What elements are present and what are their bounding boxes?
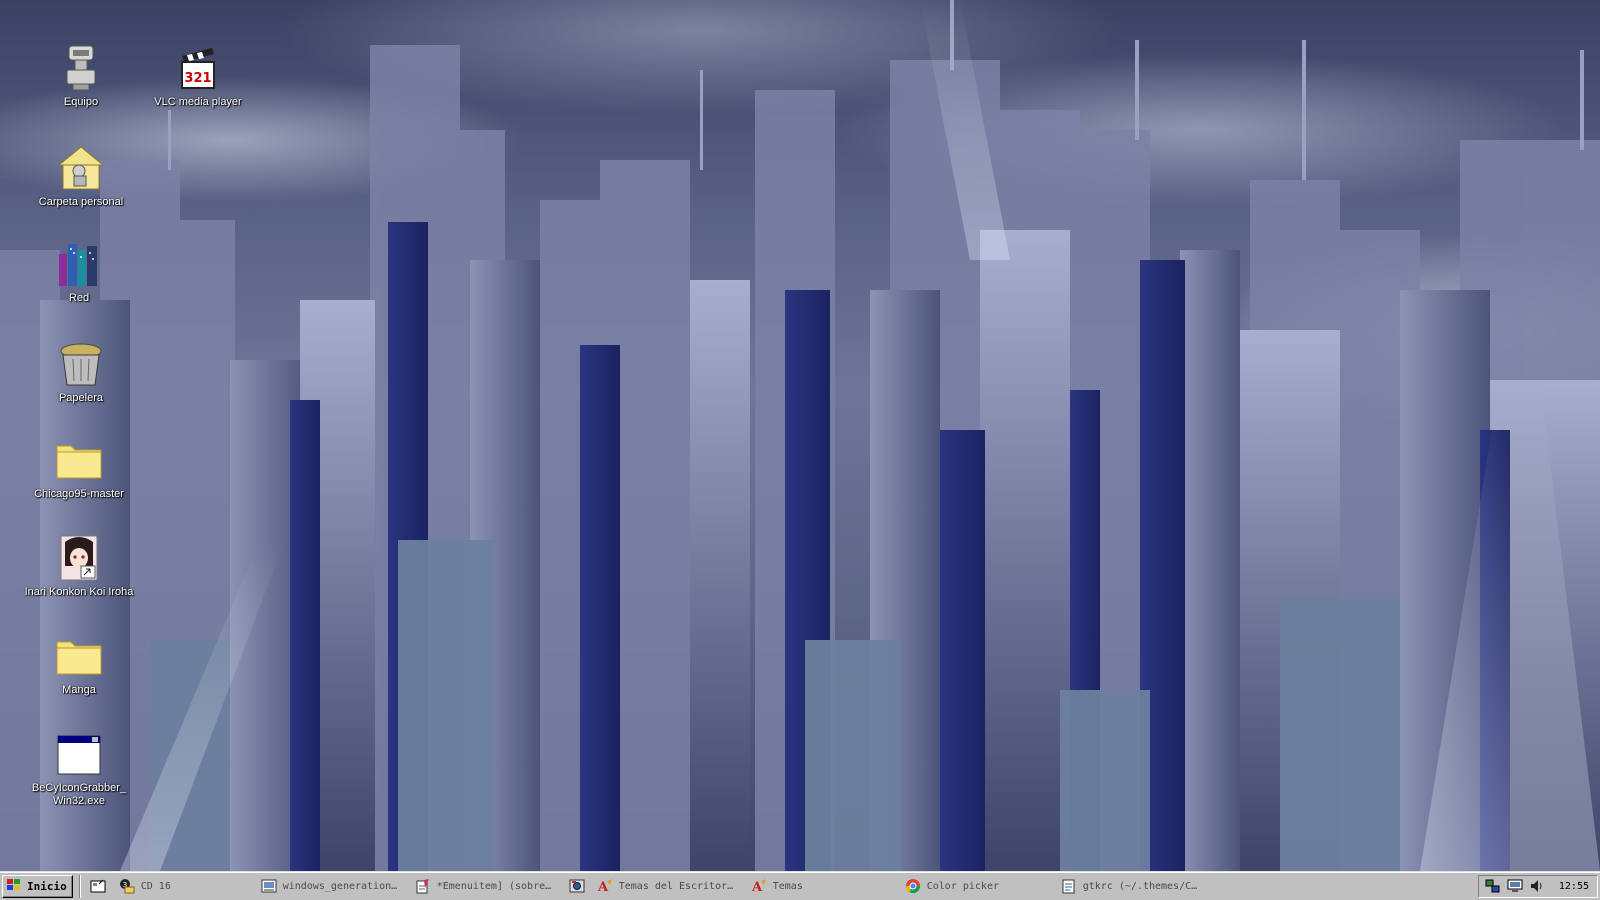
desktop-icon-equipo[interactable]: Equipo <box>26 44 136 109</box>
display-tray-icon[interactable] <box>1507 878 1523 894</box>
desktop-icon-label: Inari Konkon Koi Iroha <box>24 586 134 598</box>
vlc-clapperboard-icon: 321 <box>174 44 222 92</box>
task-label: Temas <box>772 880 803 892</box>
svg-text:A: A <box>597 880 609 894</box>
trash-icon <box>57 340 105 388</box>
task-label: *Emenuitem] (sobre… <box>436 880 552 892</box>
task-label: gtkrc (~/.themes/C… <box>1082 880 1198 892</box>
show-desktop-icon[interactable] <box>87 875 109 897</box>
clock[interactable]: 12:55 <box>1559 881 1589 892</box>
computer-icon <box>57 44 105 92</box>
desktop-icon-label: Red <box>68 292 90 304</box>
desktop-icon-label: Chicago95-master <box>34 488 124 500</box>
start-logo-icon <box>6 878 22 895</box>
desktop-icon-label: Manga <box>62 684 96 696</box>
task-button-gtkrc[interactable]: gtkrc (~/.themes/C… <box>1055 875 1211 898</box>
desktop-icon-chicago95[interactable]: Chicago95-master <box>24 436 134 501</box>
anime-shortcut-icon <box>55 534 103 582</box>
image-viewer-icon <box>261 878 277 894</box>
cd-icon: 3 <box>119 878 135 894</box>
task-label: Temas del Escritor… <box>618 880 734 892</box>
themes-icon: A <box>751 878 767 894</box>
desktop-icon-inari-konkon[interactable]: Inari Konkon Koi Iroha <box>24 534 134 599</box>
desktop-wallpaper <box>0 0 1600 871</box>
desktop-icon-label: Equipo <box>63 96 99 108</box>
task-button-temas-escritorio[interactable]: A Temas del Escritor… <box>591 875 745 898</box>
executable-window-icon <box>55 730 103 778</box>
desktop-icon-becyicongrabber[interactable]: BeCyIconGrabber_ Win32.exe <box>24 730 134 808</box>
folder-icon <box>55 436 103 484</box>
desktop-icon-vlc[interactable]: 321 VLC media player <box>143 44 253 109</box>
task-label: CD 16 <box>140 880 171 892</box>
desktop-icon-label: Papelera <box>58 392 104 404</box>
network-tray-icon[interactable] <box>1485 878 1501 894</box>
folder-icon <box>55 632 103 680</box>
text-file-icon <box>1061 878 1077 894</box>
themes-icon: A <box>597 878 613 894</box>
task-button-windows-generation[interactable]: windows_generation… <box>255 875 409 898</box>
desktop-icon-papelera[interactable]: Papelera <box>26 340 136 405</box>
chrome-icon <box>905 878 921 894</box>
desktop-icon-label: Carpeta personal <box>38 196 124 208</box>
task-button-emenuitem[interactable]: *Emenuitem] (sobre… <box>409 875 563 898</box>
city-skyline-wallpaper-art <box>0 0 1600 871</box>
task-label: windows_generation… <box>282 880 398 892</box>
task-button-color-picker[interactable]: Color picker <box>899 875 1055 898</box>
svg-text:321: 321 <box>184 71 211 86</box>
taskbar: Inicio 3 CD 16 windows_generation… *Emen… <box>0 871 1600 900</box>
volume-icon[interactable] <box>1529 878 1545 894</box>
text-editor-icon <box>415 878 431 894</box>
start-button[interactable]: Inicio <box>2 874 73 898</box>
task-button-settings[interactable] <box>563 875 591 898</box>
task-button-cd16[interactable]: 3 CD 16 <box>113 875 255 898</box>
taskbar-separator <box>78 874 81 898</box>
task-label: Color picker <box>926 880 999 892</box>
svg-text:A: A <box>751 880 763 894</box>
start-label: Inicio <box>27 879 67 893</box>
home-folder-icon <box>57 144 105 192</box>
settings-icon <box>569 878 585 894</box>
task-button-temas[interactable]: A Temas <box>745 875 899 898</box>
network-icon <box>55 240 103 288</box>
desktop-icon-manga[interactable]: Manga <box>24 632 134 697</box>
desktop-icon-red[interactable]: Red <box>24 240 134 305</box>
desktop-icon-carpeta-personal[interactable]: Carpeta personal <box>26 144 136 209</box>
desktop-icon-label: BeCyIconGrabber_ Win32.exe <box>31 782 127 807</box>
desktop-icon-label: VLC media player <box>154 96 242 108</box>
system-tray: 12:55 <box>1477 874 1598 898</box>
